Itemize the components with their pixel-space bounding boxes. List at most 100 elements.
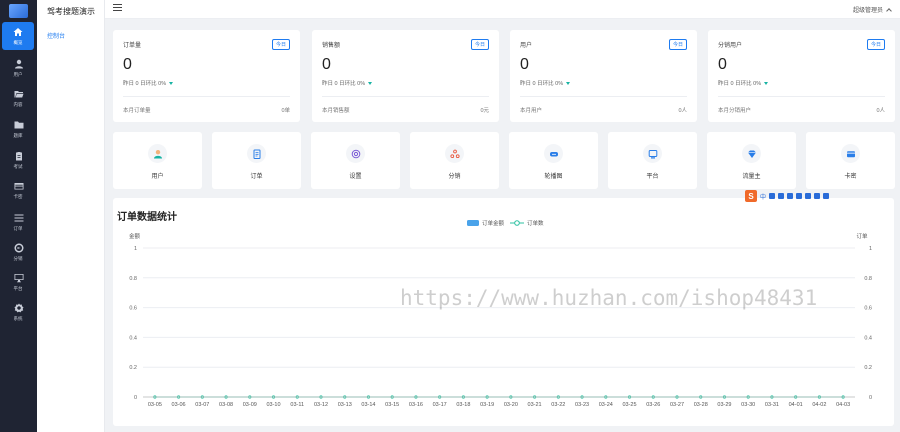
stat-month-value: 0人 bbox=[876, 108, 885, 114]
x-tick-label: 03-17 bbox=[433, 402, 447, 408]
sidebar-item-console[interactable]: 控制台 bbox=[47, 31, 65, 40]
x-tick-label: 03-18 bbox=[456, 402, 470, 408]
shortcut-label: 订单 bbox=[250, 174, 263, 180]
rail-item-8[interactable]: 平台 bbox=[0, 268, 37, 296]
clipboard-icon bbox=[15, 151, 22, 160]
stat-title: 用户 bbox=[520, 43, 533, 49]
x-tick-label: 03-22 bbox=[551, 402, 565, 408]
ime-keyboard-icon[interactable] bbox=[787, 193, 794, 199]
stat-month-label: 本月销售额 bbox=[322, 108, 350, 114]
folder-open-icon bbox=[14, 90, 23, 97]
ime-mic-icon[interactable] bbox=[778, 193, 785, 199]
stat-compare-text: 昨日 0 日环比 0% bbox=[123, 81, 167, 87]
rail-item-2[interactable]: 内容 bbox=[0, 84, 37, 112]
x-tick-label: 03-10 bbox=[266, 402, 280, 408]
shortcut-tile[interactable]: 分销 bbox=[410, 132, 499, 189]
order-doc-icon bbox=[247, 144, 266, 163]
ime-lang-label[interactable]: 中 bbox=[760, 192, 766, 201]
stat-period-badge[interactable]: 今日 bbox=[470, 39, 489, 50]
x-tick-label: 03-19 bbox=[480, 402, 494, 408]
shortcut-label: 卡密 bbox=[844, 174, 857, 180]
legend-label-bar: 订单金额 bbox=[482, 219, 505, 227]
divider bbox=[520, 96, 687, 97]
shortcut-tile[interactable]: 用户 bbox=[113, 132, 202, 189]
share-icon bbox=[13, 243, 23, 252]
rail-item-7[interactable]: 分销 bbox=[0, 238, 37, 266]
rail-item-4[interactable]: 考试 bbox=[0, 146, 37, 174]
trend-down-icon bbox=[169, 82, 174, 86]
distribute-icon bbox=[445, 144, 464, 163]
y-left-tick-label: 1 bbox=[134, 246, 137, 252]
y-left-tick-label: 0.8 bbox=[129, 276, 137, 282]
user-name: 超级管理员 bbox=[852, 8, 883, 14]
rail-item-label: 内容 bbox=[13, 101, 23, 108]
order-chart-panel: 订单数据统计 0 0 0.2 0.2 0.4 0.4 0.6 0.6 0.8 0.8 1 1 金额 订单订… bbox=[113, 198, 894, 426]
y-right-tick-label: 0.2 bbox=[864, 365, 872, 371]
shortcut-tile[interactable]: 轮播图 bbox=[509, 132, 598, 189]
shortcut-label: 用户 bbox=[151, 174, 164, 180]
rail-item-3[interactable]: 题库 bbox=[0, 115, 37, 143]
x-tick-label: 03-12 bbox=[314, 402, 328, 408]
x-tick-label: 03-09 bbox=[243, 402, 257, 408]
rail-item-9[interactable]: 系统 bbox=[0, 298, 37, 326]
ime-emoji-icon[interactable] bbox=[805, 193, 812, 199]
stat-card: 用户 今日 0 昨日 0 日环比 0% 本月用户 0人 bbox=[510, 30, 697, 122]
x-tick-label: 03-27 bbox=[670, 402, 684, 408]
shortcut-tile[interactable]: 平台 bbox=[608, 132, 697, 189]
ime-settings-icon[interactable] bbox=[823, 193, 830, 199]
x-tick-label: 03-20 bbox=[504, 402, 518, 408]
x-tick-label: 03-08 bbox=[219, 402, 233, 408]
sub-sidebar: 驾考搜题演示 控制台 bbox=[37, 0, 105, 432]
ime-punct-icon[interactable] bbox=[769, 193, 776, 199]
y-right-tick-label: 1 bbox=[869, 246, 872, 252]
shortcut-tile[interactable]: 订单 bbox=[212, 132, 301, 189]
wallet-icon bbox=[841, 144, 860, 163]
chevron-up-icon bbox=[886, 7, 892, 14]
platform-icon bbox=[643, 144, 662, 163]
stat-period-badge[interactable]: 今日 bbox=[668, 39, 687, 50]
legend-swatch-bar bbox=[467, 220, 479, 226]
gear-icon bbox=[14, 303, 23, 312]
y-left-tick-label: 0.4 bbox=[129, 335, 137, 341]
y-right-tick-label: 0 bbox=[869, 395, 872, 401]
ime-tools-icon[interactable] bbox=[814, 193, 821, 199]
stat-month-label: 本月用户 bbox=[520, 108, 543, 114]
divider bbox=[718, 96, 885, 97]
x-tick-label: 03-28 bbox=[694, 402, 708, 408]
menu-toggle-icon[interactable] bbox=[113, 4, 122, 13]
stat-value: 0 bbox=[520, 56, 529, 73]
monitor-icon bbox=[14, 273, 23, 282]
shortcut-tile[interactable]: 卡密 bbox=[806, 132, 895, 189]
ime-logo-icon[interactable]: S bbox=[745, 190, 757, 202]
settings-icon bbox=[346, 144, 365, 163]
shortcut-tile[interactable]: 流量主 bbox=[707, 132, 796, 189]
x-tick-label: 03-24 bbox=[599, 402, 613, 408]
stat-period-badge[interactable]: 今日 bbox=[866, 39, 885, 50]
stat-compare-text: 昨日 0 日环比 0% bbox=[718, 81, 762, 87]
stat-card: 分销用户 今日 0 昨日 0 日环比 0% 本月分销用户 0人 bbox=[708, 30, 895, 122]
x-tick-label: 03-06 bbox=[172, 402, 186, 408]
user-icon bbox=[14, 59, 23, 68]
x-tick-label: 03-05 bbox=[148, 402, 162, 408]
rail-item-1[interactable]: 用户 bbox=[0, 54, 37, 82]
divider bbox=[322, 96, 489, 97]
stat-period-badge[interactable]: 今日 bbox=[271, 39, 290, 50]
rail-item-6[interactable]: 订单 bbox=[0, 208, 37, 236]
y-right-tick-label: 0.4 bbox=[864, 335, 872, 341]
shortcut-label: 平台 bbox=[646, 174, 659, 180]
y-right-axis-label: 订单 bbox=[856, 232, 868, 240]
trend-down-icon bbox=[764, 82, 769, 86]
rail-item-5[interactable]: 卡密 bbox=[0, 176, 37, 204]
stat-compare-text: 昨日 0 日环比 0% bbox=[520, 81, 564, 87]
rail-item-label: 订单 bbox=[13, 225, 23, 232]
app-root: 概览 用户 内容 题库 考试 卡密 订单 分销 平台 系统 驾考搜题演示 控制台 超级管理员 订单… bbox=[0, 0, 900, 432]
stat-compare: 昨日 0 日环比 0% bbox=[123, 79, 174, 87]
user-menu[interactable]: 超级管理员 bbox=[852, 5, 892, 14]
x-tick-label: 03-14 bbox=[361, 402, 375, 408]
top-header: 超级管理员 bbox=[105, 0, 900, 19]
ime-skin-icon[interactable] bbox=[796, 193, 803, 199]
ime-toolbar[interactable]: S 中 bbox=[745, 190, 830, 202]
rail-item-0[interactable]: 概览 bbox=[2, 22, 34, 50]
shortcut-tile[interactable]: 设置 bbox=[311, 132, 400, 189]
rail-item-label: 概览 bbox=[13, 39, 23, 46]
